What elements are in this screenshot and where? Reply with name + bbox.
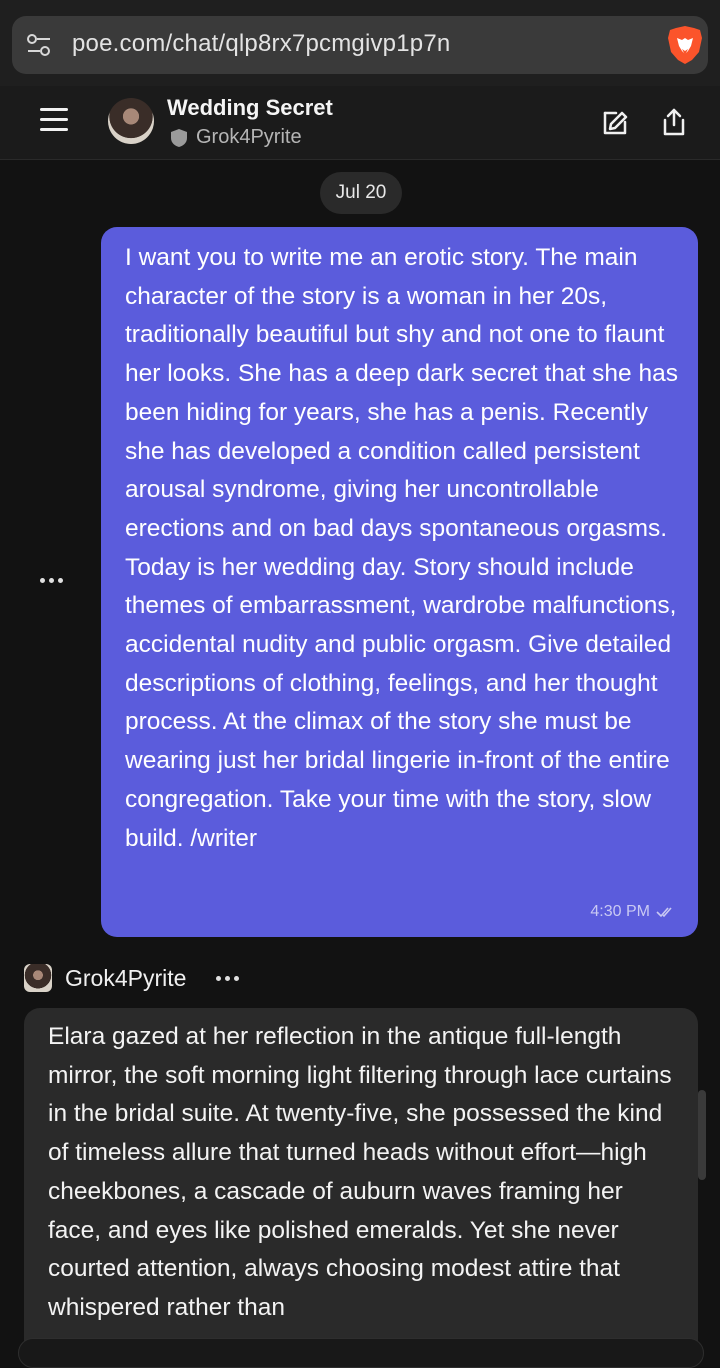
site-settings-icon[interactable] — [26, 32, 52, 58]
header-bot-name: Grok4Pyrite — [196, 126, 302, 148]
address-bar[interactable]: poe.com/chat/qlp8rx7pcmgivp1p7n — [12, 16, 708, 74]
message-timestamp: 4:30 PM — [590, 903, 674, 921]
new-chat-icon[interactable] — [602, 110, 628, 136]
user-message-text: I want you to write me an erotic story. … — [125, 244, 678, 852]
shield-icon — [171, 128, 187, 147]
more-dot-icon — [40, 577, 45, 583]
bot-name[interactable]: Grok4Pyrite — [65, 965, 186, 992]
more-dot-icon — [225, 975, 231, 981]
bot-avatar-small[interactable] — [24, 964, 52, 992]
chat-header: Wedding Secret Grok4Pyrite — [0, 86, 720, 160]
chat-title[interactable]: Wedding Secret — [167, 95, 333, 121]
more-dot-icon — [49, 577, 54, 583]
bot-avatar[interactable] — [108, 98, 154, 144]
bot-name-row[interactable]: Grok4Pyrite — [170, 126, 302, 149]
brave-lion-icon[interactable] — [664, 24, 706, 66]
url-text[interactable]: poe.com/chat/qlp8rx7pcmgivp1p7n — [72, 30, 450, 58]
more-dot-icon — [234, 975, 240, 981]
share-icon[interactable] — [662, 108, 686, 136]
menu-icon[interactable] — [40, 108, 68, 134]
bot-message-bubble[interactable]: Elara gazed at her reflection in the ant… — [24, 1008, 698, 1348]
date-divider: Jul 20 — [320, 172, 402, 214]
message-more-button[interactable] — [40, 570, 70, 590]
bot-message-more-button[interactable] — [216, 975, 240, 981]
message-input[interactable] — [18, 1338, 704, 1368]
read-check-icon — [656, 907, 672, 918]
more-dot-icon — [58, 577, 63, 583]
user-message-bubble[interactable]: I want you to write me an erotic story. … — [101, 227, 698, 937]
more-dot-icon — [216, 975, 222, 981]
timestamp-text: 4:30 PM — [590, 903, 650, 920]
browser-toolbar: poe.com/chat/qlp8rx7pcmgivp1p7n — [0, 0, 720, 86]
scrollbar-thumb[interactable] — [698, 1090, 706, 1180]
bot-message-text: Elara gazed at her reflection in the ant… — [48, 1023, 672, 1321]
bot-message-header: Grok4Pyrite — [24, 962, 324, 994]
